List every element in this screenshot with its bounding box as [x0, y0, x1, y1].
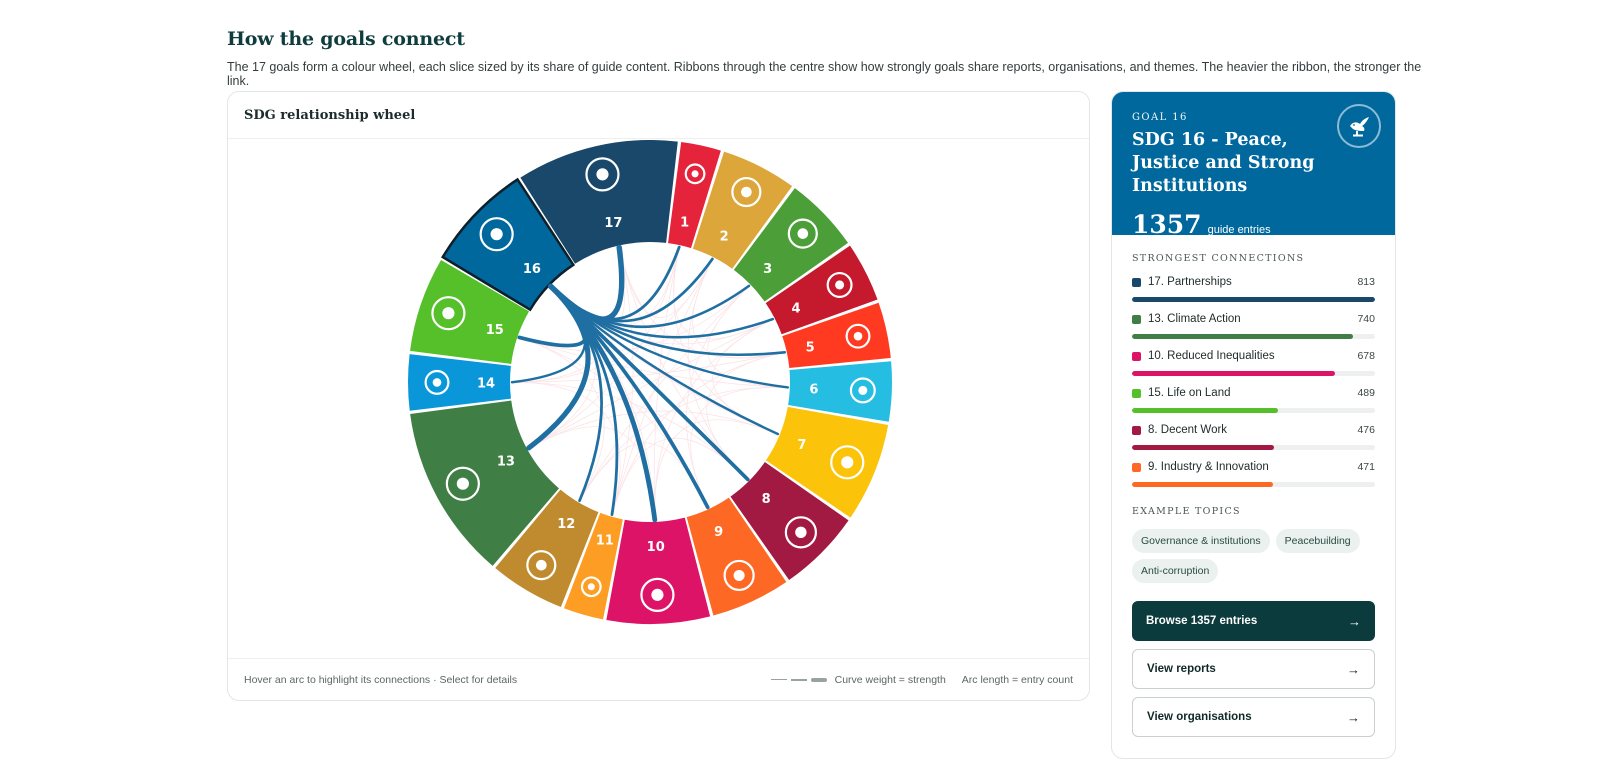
sdg-arc-number: 3	[763, 262, 772, 277]
sdg-arc-number: 16	[523, 262, 541, 277]
sdg-arc-number: 7	[797, 438, 806, 453]
connection-bar-fill	[1132, 371, 1335, 376]
connection-bar-track	[1132, 482, 1375, 487]
view-reports-button[interactable]: View reports →	[1132, 649, 1375, 689]
connection-swatch	[1132, 314, 1141, 324]
example-topics-label: Example topics	[1132, 506, 1241, 517]
sdg-arc-number: 12	[557, 517, 575, 532]
connection-item[interactable]: 13. Climate Action 740	[1132, 313, 1375, 350]
connection-label: 17. Partnerships	[1148, 276, 1232, 288]
connection-value: 476	[1357, 424, 1375, 436]
connection-label: 13. Climate Action	[1148, 313, 1241, 325]
sdg-arc-number: 2	[720, 230, 729, 245]
connection-bar-fill	[1132, 297, 1375, 302]
view-reports-label: View reports	[1147, 663, 1216, 675]
connection-label: 15. Life on Land	[1148, 387, 1231, 399]
connection-row: 10. Reduced Inequalities 678	[1132, 350, 1375, 362]
topic-chip[interactable]: Governance & institutions	[1132, 529, 1270, 553]
section-title: How the goals connect	[227, 28, 465, 50]
strongest-connections-label: Strongest connections	[1132, 253, 1305, 264]
sdg-arc-number: 15	[486, 323, 504, 338]
goal-count-row: 1357 guide entries	[1132, 210, 1375, 239]
connection-bar-track	[1132, 445, 1375, 450]
sdg-arc-number: 6	[809, 382, 818, 397]
browse-entries-button[interactable]: Browse 1357 entries →	[1132, 601, 1375, 641]
wheel-area: 1 2 3 4 5 6 7 8 9 10 11 12 13 14 15 16 17	[228, 140, 1089, 658]
connection-list: 17. Partnerships 813 13. Climate Action …	[1132, 276, 1375, 498]
connection-bar-track	[1132, 297, 1375, 302]
topic-chip[interactable]: Anti-corruption	[1132, 559, 1219, 583]
dove-icon	[1337, 104, 1381, 148]
sdg-wheel[interactable]: 1234567891011121314151617	[228, 140, 1089, 658]
goal-entry-count-label: guide entries	[1207, 224, 1271, 236]
connection-value: 813	[1357, 276, 1375, 288]
goal-detail-body: Strongest connections 17. Partnerships 8…	[1112, 235, 1395, 737]
connection-swatch	[1132, 462, 1141, 472]
wheel-card-header: SDG relationship wheel	[228, 92, 1089, 139]
arrow-right-icon: →	[1347, 661, 1360, 677]
goal-name: SDG 16 - Peace, Justice and Strong Insti…	[1132, 130, 1315, 196]
connection-bar-track	[1132, 334, 1375, 339]
sdg-arc-number: 10	[647, 540, 665, 555]
sdg-arc-number: 1	[680, 216, 689, 231]
connection-bar-fill	[1132, 334, 1354, 339]
connection-item[interactable]: 9. Industry & Innovation 471	[1132, 461, 1375, 498]
wheel-hint: Hover an arc to highlight its connection…	[244, 673, 518, 686]
goal-entry-count: 1357	[1132, 210, 1202, 239]
legend-length-label: Arc length = entry count	[961, 673, 1073, 686]
topic-chips: Governance & institutions Peacebuilding …	[1132, 529, 1375, 583]
sdg-arc-number: 9	[714, 525, 723, 540]
sdg-arc-number: 4	[791, 301, 800, 316]
arrow-right-icon: →	[1347, 709, 1360, 725]
connection-value: 471	[1357, 461, 1375, 473]
connection-value: 740	[1357, 313, 1375, 325]
sdg-arc-14[interactable]	[408, 354, 511, 411]
connection-row: 9. Industry & Innovation 471	[1132, 461, 1375, 473]
sdg-arc-number: 5	[806, 341, 815, 356]
connection-row: 8. Decent Work 476	[1132, 424, 1375, 436]
sdg-arc-number: 8	[762, 492, 771, 507]
section-intro: The 17 goals form a colour wheel, each s…	[227, 60, 1422, 88]
connection-item[interactable]: 10. Reduced Inequalities 678	[1132, 350, 1375, 387]
connection-item[interactable]: 8. Decent Work 476	[1132, 424, 1375, 461]
sdg-arc-number: 17	[604, 216, 622, 231]
connection-swatch	[1132, 277, 1141, 287]
goal-actions: Browse 1357 entries → View reports → Vie…	[1132, 601, 1375, 737]
goal-detail-header: Goal 16 SDG 16 - Peace, Justice and Stro…	[1112, 92, 1395, 239]
wheel-card: SDG relationship wheel 1 2 3 4 5 6 7 8 9 10 11 12 13…	[227, 91, 1090, 701]
arrow-right-icon: →	[1348, 613, 1361, 629]
connection-bar-track	[1132, 408, 1375, 413]
connection-label: 8. Decent Work	[1148, 424, 1228, 436]
connection-label: 9. Industry & Innovation	[1148, 461, 1269, 473]
connection-swatch	[1132, 425, 1141, 435]
view-organisations-button[interactable]: View organisations →	[1132, 697, 1375, 737]
connection-item[interactable]: 17. Partnerships 813	[1132, 276, 1375, 313]
connection-value: 489	[1357, 387, 1375, 399]
connection-bar-fill	[1132, 408, 1279, 413]
wheel-card-footer: Hover an arc to highlight its connection…	[228, 658, 1089, 700]
connection-row: 17. Partnerships 813	[1132, 276, 1375, 288]
connection-row: 13. Climate Action 740	[1132, 313, 1375, 325]
wheel-legend: Curve weight = strength Arc length = ent…	[770, 673, 1073, 686]
sdg-arc-number: 13	[497, 454, 515, 469]
connection-swatch	[1132, 388, 1141, 398]
browse-entries-label: Browse 1357 entries	[1146, 615, 1258, 627]
sdg-arc-number: 11	[596, 534, 614, 549]
sdg-arc-number: 14	[477, 376, 495, 391]
connection-bar-track	[1132, 371, 1375, 376]
connection-label: 10. Reduced Inequalities	[1148, 350, 1275, 362]
connection-item[interactable]: 15. Life on Land 489	[1132, 387, 1375, 424]
connection-value: 678	[1357, 350, 1375, 362]
curve-weight-legend-icon	[770, 677, 827, 682]
view-organisations-label: View organisations	[1147, 711, 1252, 723]
topic-chip[interactable]: Peacebuilding	[1275, 529, 1360, 553]
connection-swatch	[1132, 351, 1141, 361]
connection-bar-fill	[1132, 445, 1275, 450]
connection-row: 15. Life on Land 489	[1132, 387, 1375, 399]
legend-weight-label: Curve weight = strength	[834, 673, 946, 686]
wheel-card-title: SDG relationship wheel	[244, 108, 416, 123]
goal-detail-panel: Goal 16 SDG 16 - Peace, Justice and Stro…	[1111, 91, 1396, 759]
connection-bar-fill	[1132, 482, 1273, 487]
